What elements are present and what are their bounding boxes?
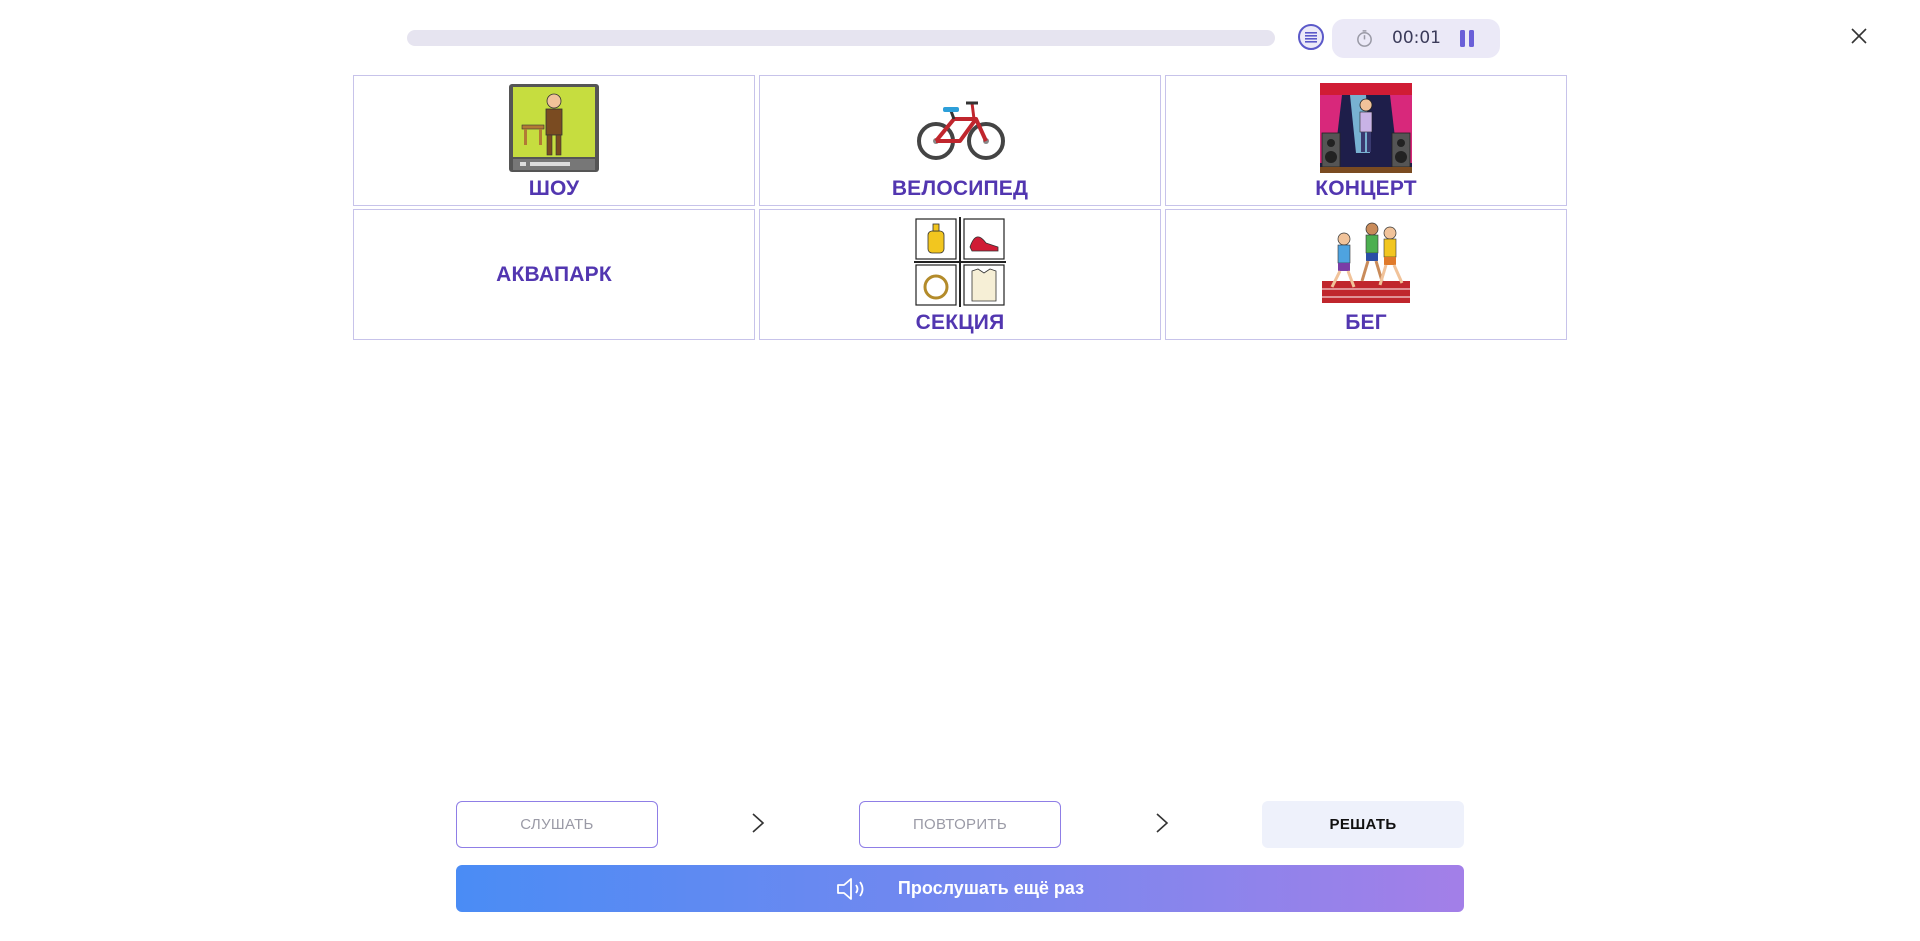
chevron-right-icon bbox=[752, 813, 765, 833]
close-icon[interactable] bbox=[1849, 26, 1869, 46]
listen-button[interactable]: СЛУШАТЬ bbox=[456, 801, 658, 848]
pause-icon[interactable] bbox=[1458, 29, 1476, 48]
card-label: ШОУ bbox=[528, 177, 580, 200]
card-label: ВЕЛОСИПЕД bbox=[891, 177, 1029, 200]
progress-bar bbox=[407, 30, 1275, 46]
stopwatch-icon bbox=[1357, 30, 1372, 47]
chevron-right-icon bbox=[1156, 813, 1169, 833]
bicycle-icon bbox=[917, 101, 1005, 160]
repeat-button[interactable]: ПОВТОРИТЬ bbox=[859, 801, 1061, 848]
answer-card-bicycle[interactable]: ВЕЛОСИПЕД bbox=[759, 75, 1161, 206]
answer-card-aquapark[interactable]: АКВАПАРК bbox=[353, 209, 755, 340]
sections-icon bbox=[914, 217, 1006, 307]
solve-button[interactable]: РЕШАТЬ bbox=[1262, 801, 1464, 848]
timer-value: 00:01 bbox=[1392, 28, 1441, 48]
timer-panel: 00:01 bbox=[1332, 19, 1500, 58]
answer-card-section[interactable]: СЕКЦИЯ bbox=[759, 209, 1161, 340]
tv-show-icon bbox=[509, 84, 599, 172]
list-menu-button[interactable] bbox=[1298, 24, 1324, 50]
speaker-icon bbox=[837, 877, 864, 900]
card-label: СЕКЦИЯ bbox=[915, 311, 1005, 334]
answer-card-show[interactable]: ШОУ bbox=[353, 75, 755, 206]
replay-button-label: Прослушать ещё раз bbox=[897, 878, 1085, 898]
running-icon bbox=[1322, 222, 1410, 303]
answer-card-running[interactable]: БЕГ bbox=[1165, 209, 1567, 340]
card-label: КОНЦЕРТ bbox=[1315, 177, 1417, 200]
card-label: БЕГ bbox=[1345, 311, 1387, 334]
replay-button[interactable]: Прослушать ещё раз bbox=[456, 865, 1464, 912]
concert-stage-icon bbox=[1320, 83, 1412, 173]
answer-card-concert[interactable]: КОНЦЕРТ bbox=[1165, 75, 1567, 206]
card-label: АКВАПАРК bbox=[496, 263, 612, 286]
task-screen: 00:01 ШОУ ВЕЛОСИПЕД КОНЦЕРТ АКВАПАРК СЕК… bbox=[0, 0, 1920, 941]
list-icon bbox=[1305, 32, 1317, 43]
